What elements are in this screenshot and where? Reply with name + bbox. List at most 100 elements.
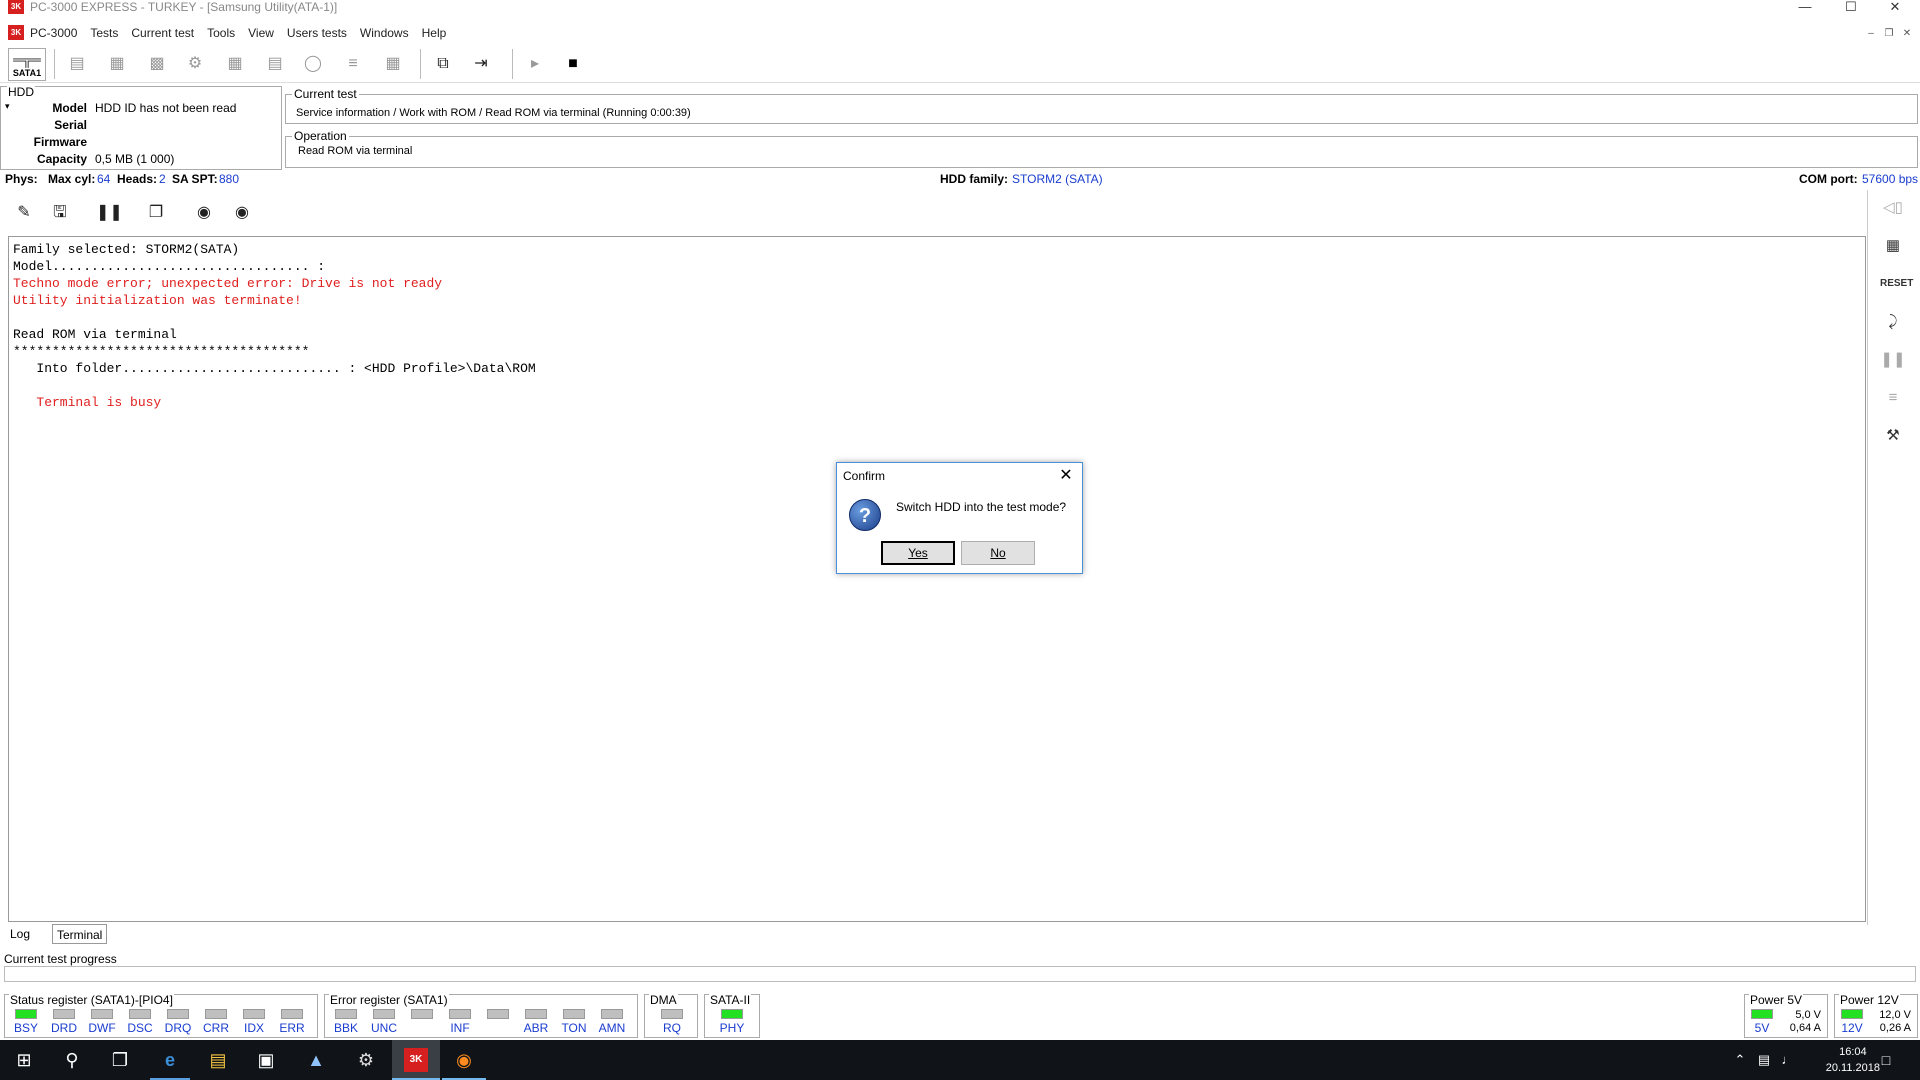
close-window-icon[interactable]: ✕ [1872, 0, 1918, 14]
question-icon: ? [849, 499, 881, 531]
memory-icon[interactable]: ▩ [146, 53, 168, 75]
error-led-bbk [335, 1009, 357, 1019]
menu-item-view[interactable]: View [248, 26, 281, 40]
find-next-icon[interactable]: ◉ [230, 201, 254, 225]
dialog-close-icon[interactable]: ✕ [1056, 465, 1076, 485]
menu-item-tools[interactable]: Tools [207, 26, 242, 40]
tools-icon[interactable]: ⚒ [1880, 424, 1906, 448]
menu-item-pc-3000[interactable]: PC-3000 [30, 26, 84, 40]
dialog-message: Switch HDD into the test mode? [896, 500, 1067, 514]
power-12v-label: 12V [1841, 1021, 1863, 1035]
disk-icon[interactable]: ◯ [302, 53, 324, 75]
taskbar: ⊞ ⚲ ❐ e ▤ ▣ ▲ ⚙ 3K ◉ ⌃ ▤ ♩ 16:04 20.11.2… [0, 1040, 1920, 1080]
menu-item-tests[interactable]: Tests [90, 26, 125, 40]
power-12v-voltage: 12,0 V [1879, 1009, 1911, 1021]
mdi-close-icon[interactable]: ✕ [1898, 28, 1916, 40]
search-icon[interactable]: ⚲ [60, 1048, 84, 1072]
power-toggle-icon[interactable]: ◁▯ [1880, 196, 1906, 220]
yes-button[interactable]: Yes [881, 541, 955, 565]
volume-icon[interactable]: ♩ [1776, 1048, 1800, 1072]
hdd-capacity-row: Capacity 0,5 MB (1 000) [1, 152, 281, 169]
pause-icon[interactable]: ❚❚ [1880, 348, 1906, 372]
operation-panel: Operation Read ROM via terminal [285, 129, 1918, 168]
toolbar-separator [420, 49, 421, 79]
maxcyl-value: 64 [97, 172, 111, 186]
minimize-icon[interactable]: — [1782, 0, 1828, 14]
error-led-label: UNC [371, 1021, 397, 1035]
exit-icon[interactable]: ⇥ [470, 53, 492, 75]
store-icon[interactable]: ▣ [254, 1048, 278, 1072]
settings-gear-icon[interactable]: ⚙ [184, 53, 206, 75]
menu-item-help[interactable]: Help [422, 26, 454, 40]
copy-windows-icon[interactable]: ⧉ [432, 53, 454, 75]
copy-log-icon[interactable]: ❐ [144, 201, 168, 225]
board-icon[interactable]: ▦ [1880, 234, 1906, 258]
edge-browser-icon[interactable]: e [158, 1048, 182, 1072]
status-led-label: DRQ [164, 1021, 192, 1035]
error-led-label: TON [561, 1021, 587, 1035]
dma-rq-led [661, 1009, 683, 1019]
power-12v-legend: Power 12V [1839, 993, 1900, 1007]
sata-port-button[interactable]: ═╦═ SATA1 [8, 48, 46, 81]
hdd-info-panel: HDD ▾ Model HDD ID has not been read Ser… [0, 85, 282, 170]
tab-log[interactable]: Log [6, 924, 35, 944]
reset-icon[interactable]: RESET [1880, 272, 1913, 296]
power-curve-icon[interactable]: ⤸ [1880, 310, 1906, 334]
clock[interactable]: 16:04 20.11.2018 [1826, 1044, 1880, 1076]
heads-icon[interactable]: ≡ [342, 53, 364, 75]
menu-item-users-tests[interactable]: Users tests [287, 26, 354, 40]
hdd-family-value: STORM2 (SATA) [1012, 172, 1103, 186]
status-led-label: IDX [243, 1021, 264, 1035]
pc3000-taskbar-icon[interactable]: 3K [404, 1048, 428, 1072]
chart-icon[interactable]: ▤ [264, 53, 286, 75]
firefox-icon[interactable]: ◉ [452, 1048, 476, 1072]
save-log-icon[interactable]: 🖫 [48, 201, 72, 225]
model-value: HDD ID has not been read [95, 101, 237, 115]
find-icon[interactable]: ◉ [192, 201, 216, 225]
no-button[interactable]: No [961, 541, 1035, 565]
error-register-group: Error register (SATA1) BBK UNC INF ABR TON AM… [324, 993, 638, 1038]
status-led-label: ERR [279, 1021, 305, 1035]
log-line: Read ROM via terminal [13, 327, 177, 342]
menu-item-windows[interactable]: Windows [360, 26, 416, 40]
power-12v-current: 0,26 A [1879, 1022, 1911, 1034]
current-test-legend: Current test [292, 87, 359, 101]
log-line: Techno mode error; unexpected error: Dri… [13, 276, 443, 291]
chip-icon[interactable]: ▦ [224, 53, 246, 75]
mdi-minimize-icon[interactable]: – [1862, 28, 1880, 40]
hdd-firmware-row: Firmware [1, 135, 281, 152]
status-register-group: Status register (SATA1)-[PIO4] BSY DRD DWF… [4, 993, 318, 1038]
file-explorer-icon[interactable]: ▤ [206, 1048, 230, 1072]
log-line: Utility initialization was terminate! [13, 293, 302, 308]
sata-connector-icon: ═╦═ [13, 52, 41, 67]
network-icon[interactable]: ▤ [1752, 1048, 1776, 1072]
mdi-restore-icon[interactable]: ❐ [1880, 28, 1898, 40]
power-5v-group: Power 5V 5V 5,0 V 0,64 A [1744, 993, 1828, 1038]
pause-log-icon[interactable]: ❚❚ [96, 201, 123, 225]
open-log-icon[interactable]: ✎ [12, 201, 36, 225]
error-led-label: AMN [598, 1021, 626, 1035]
grid-icon[interactable]: ▦ [382, 53, 404, 75]
menu-items: PC-3000 Tests Current test Tools View Users t… [30, 26, 459, 40]
menu-item-current-test[interactable]: Current test [131, 26, 201, 40]
log-line: Terminal is busy [13, 395, 162, 410]
app-pinned-2-icon[interactable]: ⚙ [354, 1048, 378, 1072]
passport-icon[interactable]: ▤ [66, 53, 88, 75]
task-view-icon[interactable]: ❐ [108, 1048, 132, 1072]
play-icon[interactable]: ▸ [524, 53, 546, 75]
drive-icon[interactable]: ▦ [106, 53, 128, 75]
maximize-icon[interactable]: ☐ [1828, 0, 1874, 14]
tab-terminal[interactable]: Terminal [52, 924, 108, 944]
saspt-label: SA SPT: [172, 172, 218, 186]
power-5v-legend: Power 5V [1749, 993, 1804, 1007]
app-pinned-icon[interactable]: ▲ [304, 1048, 328, 1072]
dma-group: DMA RQ [644, 993, 698, 1038]
tray-chevron-up-icon[interactable]: ⌃ [1728, 1048, 1752, 1072]
sequence-icon[interactable]: ≡ [1880, 386, 1906, 410]
notifications-icon[interactable]: □ [1874, 1048, 1898, 1072]
status-led-label: DSC [127, 1021, 153, 1035]
stop-icon[interactable]: ■ [562, 53, 584, 75]
log-output[interactable]: Family selected: STORM2(SATA) Model......… [8, 236, 1866, 922]
mdi-app-icon[interactable]: 3K [8, 25, 24, 40]
windows-start-icon[interactable]: ⊞ [12, 1048, 36, 1072]
